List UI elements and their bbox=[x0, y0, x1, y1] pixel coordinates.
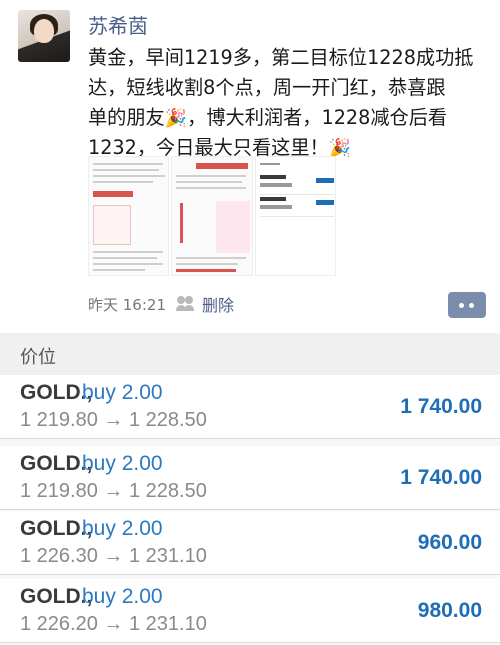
trade-prices: 1 226.30 → 1 231.10 bbox=[20, 545, 207, 567]
trades-screenshot: 价位 GOLD., buy 2.00 1 219.80 → 1 228.50 1… bbox=[0, 333, 500, 645]
post-username[interactable]: 苏希茵 bbox=[88, 10, 148, 39]
post-image-thumbnail[interactable] bbox=[171, 156, 253, 276]
trade-side: buy 2.00 bbox=[82, 517, 163, 540]
trade-profit: 980.00 bbox=[417, 599, 482, 622]
trade-profit: 1 740.00 bbox=[400, 466, 482, 489]
avatar[interactable] bbox=[18, 10, 70, 62]
post-time: 昨天 16:21 bbox=[88, 295, 166, 314]
party-popper-icon: 🎉 bbox=[164, 108, 188, 129]
trade-side: buy 2.00 bbox=[82, 381, 163, 404]
trade-side: buy 2.00 bbox=[82, 585, 163, 608]
post-text: 黄金，早间1219多，第二目标位1228成功抵 达，短线收割8个点，周一开门红，… bbox=[88, 43, 488, 163]
delete-button[interactable]: 删除 bbox=[202, 292, 234, 316]
post-meta: 昨天 16:21 删除 bbox=[88, 292, 234, 316]
trade-row[interactable]: GOLD., buy 2.00 1 226.20 → 1 231.10 980.… bbox=[0, 579, 500, 643]
trade-row[interactable]: GOLD., buy 2.00 1 219.80 → 1 228.50 1 74… bbox=[0, 446, 500, 510]
comment-dots-icon[interactable] bbox=[448, 292, 486, 318]
post-text-line-1: 黄金，早间1219多，第二目标位1228成功抵 bbox=[88, 46, 474, 69]
trade-profit: 1 740.00 bbox=[400, 395, 482, 418]
post-image-grid bbox=[88, 156, 336, 276]
post-image-thumbnail[interactable] bbox=[254, 156, 336, 276]
post-text-line-2: 达，短线收割8个点，周一开门红，恭喜跟 bbox=[88, 76, 446, 99]
post-image-thumbnail[interactable] bbox=[88, 156, 170, 276]
trade-prices: 1 226.20 → 1 231.10 bbox=[20, 613, 207, 635]
trade-profit: 960.00 bbox=[417, 531, 482, 554]
price-header: 价位 bbox=[0, 333, 500, 375]
trade-prices: 1 219.80 → 1 228.50 bbox=[20, 409, 207, 431]
moments-post: 苏希茵 黄金，早间1219多，第二目标位1228成功抵 达，短线收割8个点，周一… bbox=[0, 0, 500, 330]
trade-side: buy 2.00 bbox=[82, 452, 163, 475]
trade-prices: 1 219.80 → 1 228.50 bbox=[20, 480, 207, 502]
price-header-label: 价位 bbox=[20, 347, 56, 368]
trade-row[interactable]: GOLD., buy 2.00 1 219.80 → 1 228.50 1 74… bbox=[0, 375, 500, 439]
trade-row[interactable]: GOLD., buy 2.00 1 226.30 → 1 231.10 960.… bbox=[0, 511, 500, 575]
post-text-line-3: 单的朋友 bbox=[88, 106, 165, 129]
post-text-line-4: ，博大利润者，1228减仓后看 bbox=[187, 106, 448, 129]
avatar-face bbox=[34, 19, 54, 43]
friends-visibility-icon bbox=[174, 296, 196, 312]
